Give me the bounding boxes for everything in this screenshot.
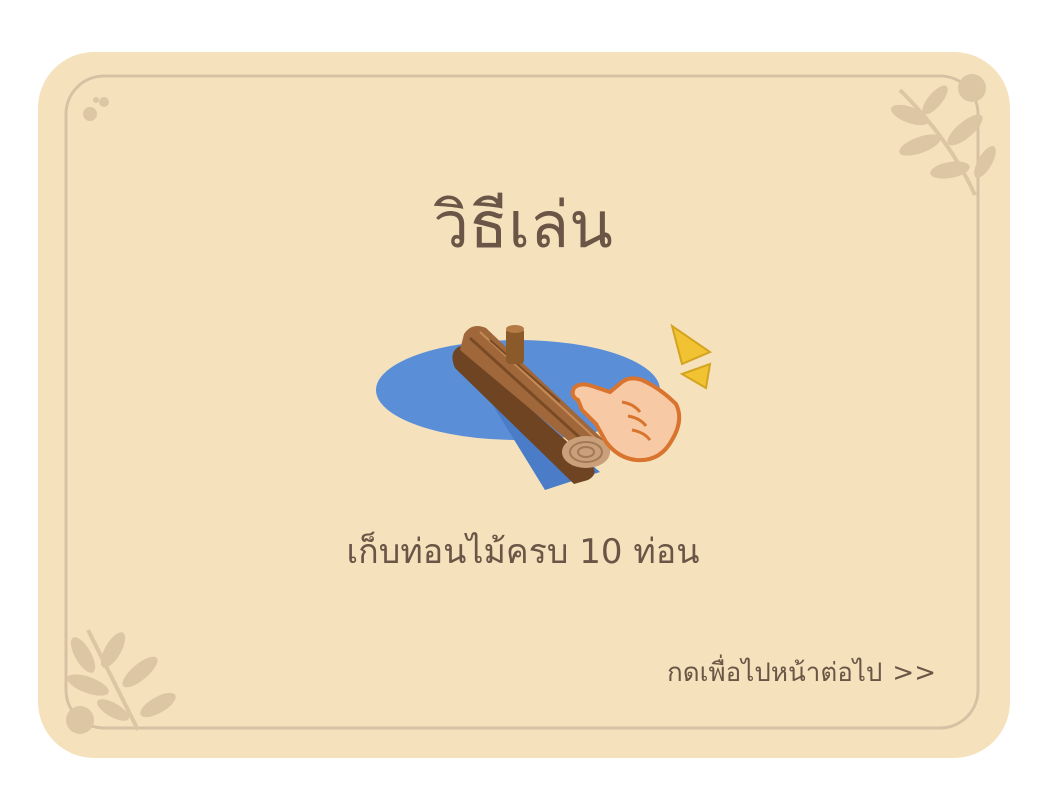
- next-page-label: กดเพื่อไปหน้าต่อไป: [666, 658, 883, 688]
- game-screen: วิธีเล่น เก็บท่อนไม้ครบ 10 ท่อน กดเพื่อไ…: [0, 0, 1046, 800]
- decor-dots-icon: [83, 97, 109, 121]
- instruction-text: เก็บท่อนไม้ครบ 10 ท่อน: [346, 532, 700, 572]
- leaf-branch-icon: [891, 74, 996, 196]
- next-page-button[interactable]: กดเพื่อไปหน้าต่อไป >>: [667, 652, 936, 693]
- tap-log-illustration: [376, 323, 713, 490]
- leaf-branch-icon: [66, 629, 176, 734]
- sparkle-icon: [670, 323, 713, 390]
- double-chevron-right-icon: >>: [892, 658, 936, 688]
- page-title: วิธีเล่น: [433, 189, 613, 263]
